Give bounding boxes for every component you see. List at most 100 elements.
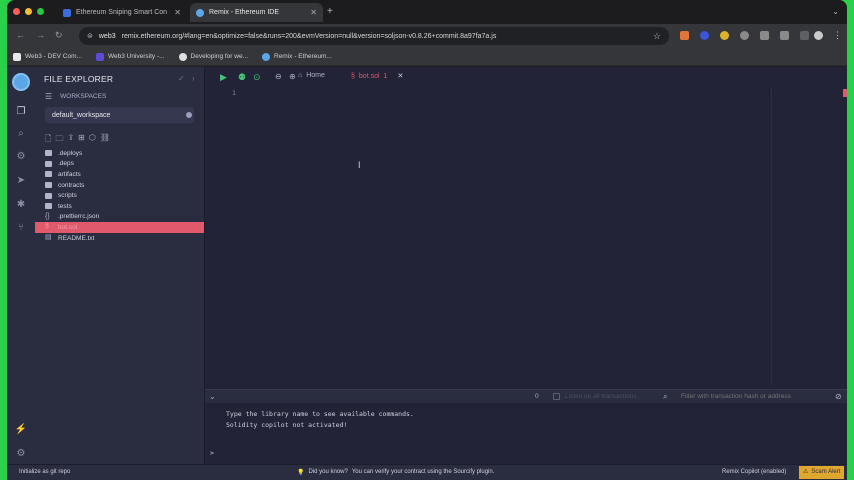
file-explorer-panel: FILE EXPLORER ✓ › ☰ WORKSPACES default_w… [35, 67, 205, 464]
tree-item-active[interactable]: § bot.sol [35, 222, 204, 233]
chevron-double-down-icon[interactable]: ⌄ [209, 392, 216, 401]
run-play-icon[interactable]: ▶ [220, 72, 227, 83]
git-icon[interactable]: ⑂ [14, 221, 28, 235]
workspace-select[interactable]: default_workspace [45, 107, 194, 123]
deploy-run-icon[interactable]: ➤ [14, 174, 28, 188]
tab-home[interactable]: ⌂ Home [298, 72, 325, 79]
browser-tab-active[interactable]: Remix - Ethereum IDE ✕ [190, 3, 323, 22]
puzzle-icon[interactable] [780, 31, 789, 40]
bookmark-item[interactable]: Web3 - DEV Com... [13, 52, 82, 61]
minimap[interactable] [771, 89, 847, 385]
bookmark-star-icon[interactable]: ☆ [653, 31, 661, 42]
clear-console-icon[interactable]: ⊘ [835, 392, 842, 401]
tree-item[interactable]: contracts [35, 180, 204, 191]
address-bar[interactable]: ⊜ web3 remix.ethereum.org/#lang=en&optim… [79, 27, 669, 45]
file-explorer-icon[interactable]: ❐ [14, 105, 28, 119]
back-arrow-icon[interactable]: ← [16, 30, 25, 40]
solidity-compiler-icon[interactable]: ⚙ [14, 150, 28, 164]
debugger-icon[interactable]: ✱ [14, 198, 28, 212]
search-icon: ⌕ [663, 392, 668, 401]
current-line[interactable] [257, 89, 771, 98]
upload-folder-icon[interactable]: ⊞ [78, 133, 85, 147]
plus-icon[interactable]: + [327, 6, 333, 17]
browser-window: Ethereum Sniping Smart Con ✕ Remix - Eth… [7, 0, 847, 480]
minimize-window-button[interactable] [25, 8, 32, 15]
extension-icon[interactable] [700, 31, 709, 40]
scam-alert-button[interactable]: ⚠ Scam Alert [799, 466, 845, 479]
forward-arrow-icon[interactable]: → [36, 30, 45, 40]
profile-avatar-icon[interactable] [814, 31, 823, 40]
kebab-menu-icon[interactable]: ⋮ [833, 30, 842, 41]
tree-item[interactable]: .deps [35, 159, 204, 170]
tree-item[interactable]: scripts [35, 190, 204, 201]
dev-favicon-icon [13, 52, 21, 61]
transaction-filter-input[interactable] [675, 391, 831, 403]
did-you-know-tip: 💡 Did you know? You can verify your cont… [297, 469, 495, 476]
tab-strip: Ethereum Sniping Smart Con ✕ Remix - Eth… [7, 0, 847, 24]
git-init-link[interactable]: Initialize as git repo [19, 469, 70, 475]
check-icon[interactable]: ✓ [178, 74, 185, 83]
github-link-icon[interactable]: ⛓ [100, 133, 110, 147]
zoom-window-button[interactable] [37, 8, 44, 15]
tab-bot-sol[interactable]: § bot.sol 1 ✕ [351, 72, 403, 81]
terminal-prompt[interactable]: > [210, 449, 214, 457]
tab-title: Remix - Ethereum IDE [209, 9, 280, 16]
autocompile-toggle-icon[interactable]: ⊙ [253, 72, 261, 83]
listen-all-checkbox[interactable] [553, 393, 560, 400]
bookmark-item[interactable]: Web3 University -... [95, 52, 165, 61]
close-tab-icon[interactable]: ✕ [397, 72, 403, 80]
tree-item[interactable]: .deploys [35, 148, 204, 159]
text-cursor-icon: I [358, 160, 361, 170]
bookmark-item[interactable]: Remix - Ethereum... [262, 52, 332, 61]
json-file-icon: {} [45, 212, 50, 220]
reload-icon[interactable]: ↻ [55, 30, 63, 41]
tree-item[interactable]: ▤ README.txt [35, 233, 204, 244]
error-marker [843, 89, 847, 97]
plugin-manager-icon[interactable]: ⚡ [14, 423, 28, 437]
extension-icon[interactable] [720, 31, 729, 40]
editor-tabs: ▶ ⚉ ⊙ ⊖ ⊕ ⌂ Home § bot.sol 1 ✕ [205, 67, 847, 89]
close-tab-icon[interactable]: ✕ [174, 8, 181, 17]
hamburger-menu-icon[interactable]: ☰ [45, 92, 52, 101]
remix-logo-icon[interactable] [12, 73, 30, 91]
url-text[interactable]: remix.ethereum.org/#lang=en&optimize=fal… [122, 33, 497, 40]
bookmarks-bar: Web3 - DEV Com... Web3 University -... D… [7, 48, 847, 66]
ipfs-icon[interactable]: ⬡ [89, 133, 96, 147]
tree-item[interactable]: artifacts [35, 169, 204, 180]
settings-gear-icon[interactable]: ⚙ [14, 447, 28, 461]
code-editor[interactable]: 1 I [205, 89, 847, 385]
tree-item[interactable]: {} .prettierrc.json [35, 212, 204, 223]
upload-file-icon[interactable]: ⇪ [67, 133, 74, 147]
terminal-output[interactable]: Type the library name to see available c… [205, 403, 847, 464]
extension-icon[interactable] [760, 31, 769, 40]
zoom-out-icon[interactable]: ⊖ [275, 72, 282, 81]
search-icon[interactable]: ⌕ [14, 127, 28, 141]
chevron-down-icon[interactable]: ⌄ [832, 7, 839, 16]
site-settings-icon[interactable]: ⊜ [87, 32, 93, 40]
text-file-icon: ▤ [45, 234, 52, 242]
bookmark-item[interactable]: Developing for we... [178, 52, 248, 61]
tree-item[interactable]: tests [35, 201, 204, 212]
listen-all-label: Listen on all transactions [565, 393, 637, 400]
script-runner-icon[interactable]: ⚉ [238, 72, 246, 83]
file-actions: 🗋 🗀 ⇪ ⊞ ⬡ ⛓ [45, 133, 110, 147]
new-file-icon[interactable]: 🗋 [45, 133, 51, 147]
solidity-file-icon: § [351, 72, 355, 80]
status-bar: Initialize as git repo 💡 Did you know? Y… [7, 464, 847, 480]
terminal-toolbar: ⌄ 0 Listen on all transactions ⌕ ⊘ [205, 389, 847, 403]
extension-icon[interactable] [740, 31, 749, 40]
chevron-right-icon[interactable]: › [192, 74, 195, 83]
new-folder-icon[interactable]: 🗀 [55, 133, 63, 147]
zoom-in-icon[interactable]: ⊕ [289, 72, 296, 81]
close-window-button[interactable] [13, 8, 20, 15]
workspaces-header: ☰ WORKSPACES [45, 92, 106, 101]
web3u-favicon-icon [95, 52, 104, 61]
remix-favicon-icon [262, 52, 270, 61]
sidebar-icon[interactable] [800, 31, 809, 40]
copilot-status[interactable]: Remix Copilot (enabled) [722, 469, 786, 475]
browser-tab[interactable]: Ethereum Sniping Smart Con ✕ [57, 3, 187, 22]
favicon-icon [63, 8, 71, 17]
close-tab-icon[interactable]: ✕ [310, 8, 317, 17]
remix-ide: ❐ ⌕ ⚙ ➤ ✱ ⑂ ⚡ ⚙ FILE EXPLORER ✓ › ☰ WORK… [7, 67, 847, 480]
metamask-extension-icon[interactable] [680, 31, 689, 40]
